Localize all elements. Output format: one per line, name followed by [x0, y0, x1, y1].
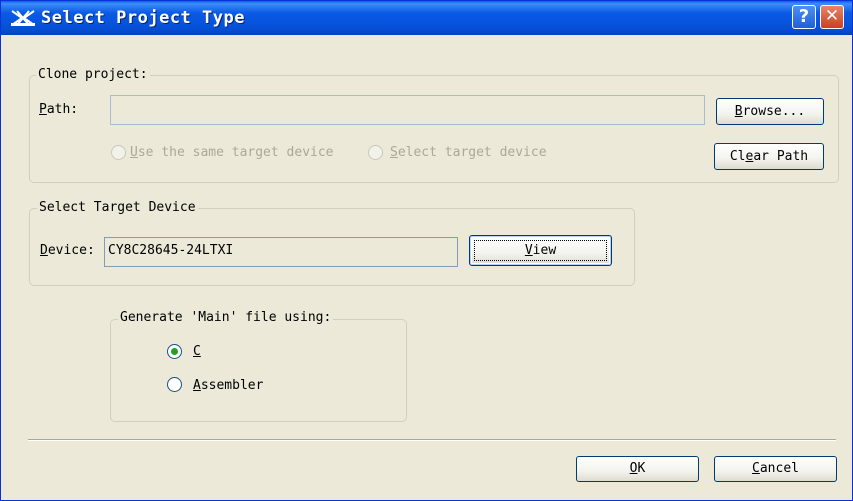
radio-assembler[interactable]	[167, 377, 182, 392]
device-value: CY8C28645-24LTXI	[108, 243, 234, 258]
target-device-legend: Select Target Device	[37, 200, 198, 215]
cancel-button[interactable]: Cancel	[714, 456, 837, 482]
generate-main-legend: Generate 'Main' file using:	[118, 310, 334, 325]
generate-main-group	[110, 319, 407, 422]
clear-path-button[interactable]: Clear Path	[714, 143, 824, 170]
title-bar[interactable]: Select Project Type ? ✕	[1, 1, 852, 35]
footer-separator-highlight	[28, 440, 836, 441]
ok-button[interactable]: OK	[576, 456, 699, 482]
help-button[interactable]: ?	[792, 5, 816, 29]
radio-same-target-device[interactable]	[111, 145, 126, 160]
radio-assembler-label: Assembler	[193, 378, 264, 393]
help-icon: ?	[798, 6, 810, 27]
view-button[interactable]: View	[469, 235, 612, 266]
close-icon: ✕	[824, 6, 840, 26]
clone-project-legend: Clone project:	[36, 67, 150, 82]
window-title: Select Project Type	[41, 8, 245, 28]
close-button[interactable]: ✕	[820, 5, 844, 29]
radio-c-label: C	[193, 344, 201, 359]
radio-select-target-label: Select target device	[390, 145, 547, 160]
path-input[interactable]	[110, 95, 705, 125]
radio-select-target-device[interactable]	[368, 145, 383, 160]
radio-same-target-label: Use the same target device	[130, 145, 334, 160]
select-project-type-dialog: Select Project Type ? ✕ Clone project: P…	[0, 0, 853, 501]
radio-c[interactable]	[167, 344, 182, 359]
browse-button[interactable]: Browse...	[716, 98, 824, 125]
device-field: CY8C28645-24LTXI	[104, 237, 458, 267]
radio-c-selected-dot	[171, 348, 178, 355]
device-label: Device:	[40, 243, 95, 258]
app-logo-icon	[11, 10, 35, 26]
path-label: Path:	[39, 102, 79, 117]
